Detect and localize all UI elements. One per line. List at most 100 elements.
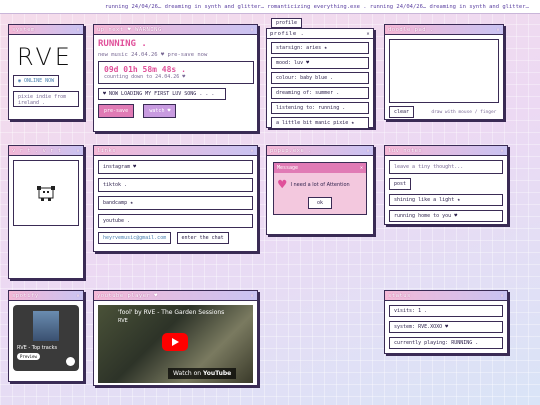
status-window: status ✕ visits: 1 . system: RVE.XOXO ♥ c…: [384, 290, 508, 354]
close-icon[interactable]: ✕: [76, 148, 80, 154]
countdown-label: counting down to 24.04.26 ♥: [104, 74, 186, 80]
spotify-embed[interactable]: RVE - Top tracks Preview: [13, 305, 79, 371]
vrt-window: v r t . v r t ✕: [8, 145, 84, 279]
link-tiktok[interactable]: tiktok .: [98, 178, 253, 192]
up-next-titlebar[interactable]: up next ♥ WARNING ✕: [94, 25, 257, 35]
message-dialog: Message ✕ ♥ I need a lot of Attention ok: [273, 162, 367, 215]
profile-row: a little bit manic pixie ★: [271, 117, 369, 129]
youtube-brand: YouTube: [202, 370, 232, 377]
status-titlebar[interactable]: status ✕: [385, 291, 507, 301]
profile-titlebar[interactable]: profile . ✕: [267, 29, 373, 39]
window-title: up next ♥ WARNING: [97, 26, 162, 33]
window-title: spotify: [12, 292, 39, 299]
video-title: 'fool' by RVE - The Garden Sessions: [118, 309, 225, 316]
close-icon[interactable]: ✕: [500, 293, 504, 299]
youtube-titlebar[interactable]: youtube player ♥ ✕: [94, 291, 257, 301]
close-icon[interactable]: ✕: [76, 27, 80, 33]
status-badge: ◉ ONLINE NOW: [13, 75, 60, 87]
preview-badge[interactable]: Preview: [17, 353, 40, 360]
status-row: visits: 1 .: [389, 305, 503, 317]
status-row: system: RVE.XOXO ♥: [389, 321, 503, 333]
close-icon[interactable]: ✕: [500, 148, 504, 154]
luv-notes-titlebar[interactable]: luv notes ✕: [385, 146, 507, 156]
clear-button[interactable]: clear: [389, 106, 415, 118]
close-icon[interactable]: ✕: [250, 148, 254, 154]
marquee-bar: running 24/04/26… dreaming in synth and …: [0, 0, 540, 14]
doodle-canvas[interactable]: [389, 39, 499, 103]
youtube-embed[interactable]: 'fool' by RVE - The Garden Sessions RVE …: [98, 305, 253, 383]
window-title: status: [388, 292, 411, 299]
heart-icon: ♥: [278, 177, 287, 193]
close-icon[interactable]: ✕: [366, 31, 370, 37]
luv-notes-window: luv notes ✕ leave a tiny thought... post …: [384, 145, 508, 225]
window-title: links: [97, 147, 117, 154]
channel-name: RVE: [118, 318, 128, 324]
up-next-window: up next ♥ WARNING ✕ RUNNING . new music 2…: [93, 24, 258, 132]
note-input[interactable]: leave a tiny thought...: [389, 160, 503, 174]
profile-row: colour: baby blue .: [271, 72, 369, 84]
system-window: system ✕ RVE ◉ ONLINE NOW pixie indie fro…: [8, 24, 84, 120]
loading-bar: ♥ NOW LOADING MY FIRST LUV SONG . . .: [98, 88, 226, 100]
window-title: doodle pad .: [388, 26, 434, 33]
pixel-pet-icon[interactable]: [35, 182, 57, 204]
doodle-window: doodle pad . ✕ clear draw with mouse / fi…: [384, 24, 504, 120]
profile-row: listening to: running .: [271, 102, 369, 114]
dialog-title: Message: [277, 165, 299, 171]
ok-button[interactable]: ok: [307, 197, 333, 209]
spotify-titlebar[interactable]: spotify ✕: [9, 291, 83, 301]
close-icon[interactable]: ✕: [496, 27, 500, 33]
presave-button[interactable]: pre-save: [98, 104, 135, 118]
close-icon[interactable]: ✕: [76, 293, 80, 299]
doodle-titlebar[interactable]: doodle pad . ✕: [385, 25, 503, 35]
doodle-hint: draw with mouse / finger: [431, 110, 497, 115]
note-item: running home to you ♥: [389, 210, 503, 222]
link-bandcamp[interactable]: bandcamp ★: [98, 196, 253, 210]
window-title: luv notes: [388, 147, 423, 154]
profile-window: profile . ✕ starsign: aries ★ mood: luv ♥…: [266, 28, 374, 129]
close-icon[interactable]: ✕: [360, 165, 363, 171]
system-titlebar[interactable]: system ✕: [9, 25, 83, 35]
status-label: ONLINE NOW: [24, 78, 55, 84]
watch-on-label: Watch on: [173, 370, 202, 377]
watch-button[interactable]: watch ♥: [143, 104, 177, 118]
countdown-box: 09d 01h 58m 48s . counting down to 24.04…: [98, 61, 254, 84]
headline: RUNNING .: [98, 39, 147, 49]
countdown-timer: 09d 01h 58m 48s .: [104, 65, 186, 74]
popup-titlebar[interactable]: popup.exe . ✕: [267, 146, 373, 156]
close-icon[interactable]: ✕: [250, 293, 254, 299]
pet-screen: [13, 160, 79, 226]
close-icon[interactable]: ✕: [250, 27, 254, 33]
window-title: v r t . v r t: [12, 147, 62, 154]
subtitle: new music 24.04.26 ♥ pre-save now: [98, 52, 208, 58]
spotify-window: spotify ✕ RVE - Top tracks Preview: [8, 290, 84, 382]
marquee-text: running 24/04/26… dreaming in synth and …: [105, 4, 529, 10]
profile-row: mood: luv ♥: [271, 57, 369, 69]
status-row: currently playing: RUNNING .: [389, 337, 503, 349]
close-icon[interactable]: ✕: [366, 148, 370, 154]
window-title: system: [12, 26, 35, 33]
dialog-titlebar: Message ✕: [274, 163, 366, 173]
chat-button[interactable]: enter the chat: [176, 232, 229, 244]
profile-tab[interactable]: profile: [271, 18, 303, 28]
youtube-window: youtube player ♥ ✕ 'fool' by RVE - The Ga…: [93, 290, 258, 386]
email-link[interactable]: heyrvemusic@gmail.com: [98, 232, 172, 244]
bio-text: pixie indie from ireland .: [13, 91, 79, 107]
track-title: RVE - Top tracks: [17, 345, 58, 351]
window-title: profile .: [270, 30, 305, 37]
note-item: shining like a light ★: [389, 194, 503, 206]
vrt-titlebar[interactable]: v r t . v r t ✕: [9, 146, 83, 156]
post-button[interactable]: post: [389, 178, 412, 190]
watch-on-youtube[interactable]: Watch on YouTube: [168, 368, 237, 379]
links-titlebar[interactable]: links ✕: [94, 146, 257, 156]
profile-row: starsign: aries ★: [271, 42, 369, 54]
profile-row: dreaming of: summer .: [271, 87, 369, 99]
window-title: popup.exe .: [270, 147, 312, 154]
play-icon[interactable]: [66, 357, 75, 366]
link-instagram[interactable]: instagram ♥: [98, 160, 253, 174]
link-youtube[interactable]: youtube .: [98, 214, 253, 228]
youtube-play-button[interactable]: [162, 333, 188, 351]
logo: RVE: [17, 43, 73, 71]
popup-window: popup.exe . ✕ Message ✕ ♥ I need a lot of …: [266, 145, 374, 235]
window-title: youtube player ♥: [97, 292, 158, 299]
links-window: links ✕ instagram ♥ tiktok . bandcamp ★ y…: [93, 145, 258, 252]
